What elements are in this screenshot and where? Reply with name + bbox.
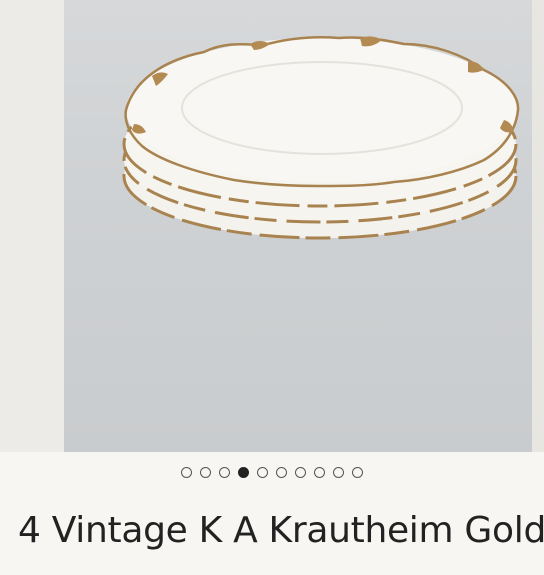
stacked-plates-image [122, 36, 520, 240]
pagination-dot[interactable] [314, 466, 325, 478]
listing-title: 4 Vintage K A Krautheim Gold [18, 510, 544, 551]
pagination-dot[interactable] [295, 466, 306, 478]
pagination-dot[interactable] [333, 466, 344, 478]
product-photo[interactable] [64, 0, 532, 452]
pagination-dot[interactable] [352, 466, 363, 478]
pagination-dot-active[interactable] [238, 466, 249, 478]
pagination-dot[interactable] [200, 466, 211, 478]
pagination-dot[interactable] [257, 466, 268, 478]
image-gallery[interactable] [0, 0, 544, 452]
pagination-dot[interactable] [219, 466, 230, 478]
pagination-dot[interactable] [181, 466, 192, 478]
carousel-pagination [0, 464, 544, 480]
next-image-peek[interactable] [532, 0, 544, 452]
pagination-dot[interactable] [276, 466, 287, 478]
